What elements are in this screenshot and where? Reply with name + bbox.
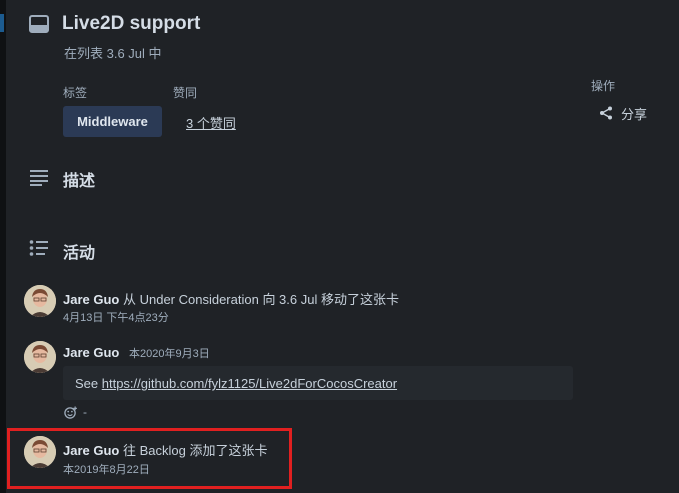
votes-link[interactable]: 3 个赞同: [186, 113, 236, 132]
card-icon: [29, 15, 49, 33]
activity-user[interactable]: Jare Guo: [63, 292, 119, 307]
label-chip-middleware[interactable]: Middleware: [63, 106, 162, 137]
description-title: 描述: [63, 173, 96, 190]
avatar[interactable]: [24, 285, 56, 317]
emoji-icon: [64, 405, 77, 419]
labels-heading: 标签: [63, 86, 88, 100]
share-label: 分享: [621, 106, 648, 122]
card-detail-panel: [6, 0, 679, 493]
activity-timestamp[interactable]: 4月13日 下午4点23分: [63, 309, 169, 325]
activity-icon: [29, 240, 48, 256]
activity-title: 活动: [63, 245, 96, 262]
avatar[interactable]: [24, 341, 56, 373]
actions-heading: 操作: [591, 79, 616, 93]
activity-user[interactable]: Jare Guo: [63, 345, 119, 360]
board-edge-accent: [0, 14, 4, 32]
card-list-info: 在列表 3.6 Jul 中: [64, 46, 162, 61]
share-icon: [600, 106, 612, 120]
comment-link[interactable]: https://github.com/fylz1125/Live2dForCoc…: [102, 376, 397, 391]
comment-header: Jare Guo 本2020年9月3日: [63, 345, 210, 361]
reaction-count: -: [83, 405, 87, 419]
activity-action: 从 Under Consideration 向 3.6 Jul 移动了这张卡: [122, 292, 399, 307]
activity-timestamp[interactable]: 本2020年9月3日: [129, 348, 210, 360]
comment-box: See https://github.com/fylz1125/Live2dFo…: [63, 366, 573, 400]
description-icon: [30, 170, 48, 186]
highlight-box: [7, 428, 292, 489]
comment-text: See https://github.com/fylz1125/Live2dFo…: [75, 376, 397, 391]
share-button[interactable]: 分享: [599, 103, 647, 123]
comment-prefix: See: [75, 376, 102, 391]
add-reaction-button[interactable]: -: [64, 405, 87, 419]
votes-heading: 赞同: [173, 86, 198, 100]
card-title[interactable]: Live2D support: [62, 13, 200, 35]
activity-text: Jare Guo 从 Under Consideration 向 3.6 Jul…: [63, 289, 399, 308]
